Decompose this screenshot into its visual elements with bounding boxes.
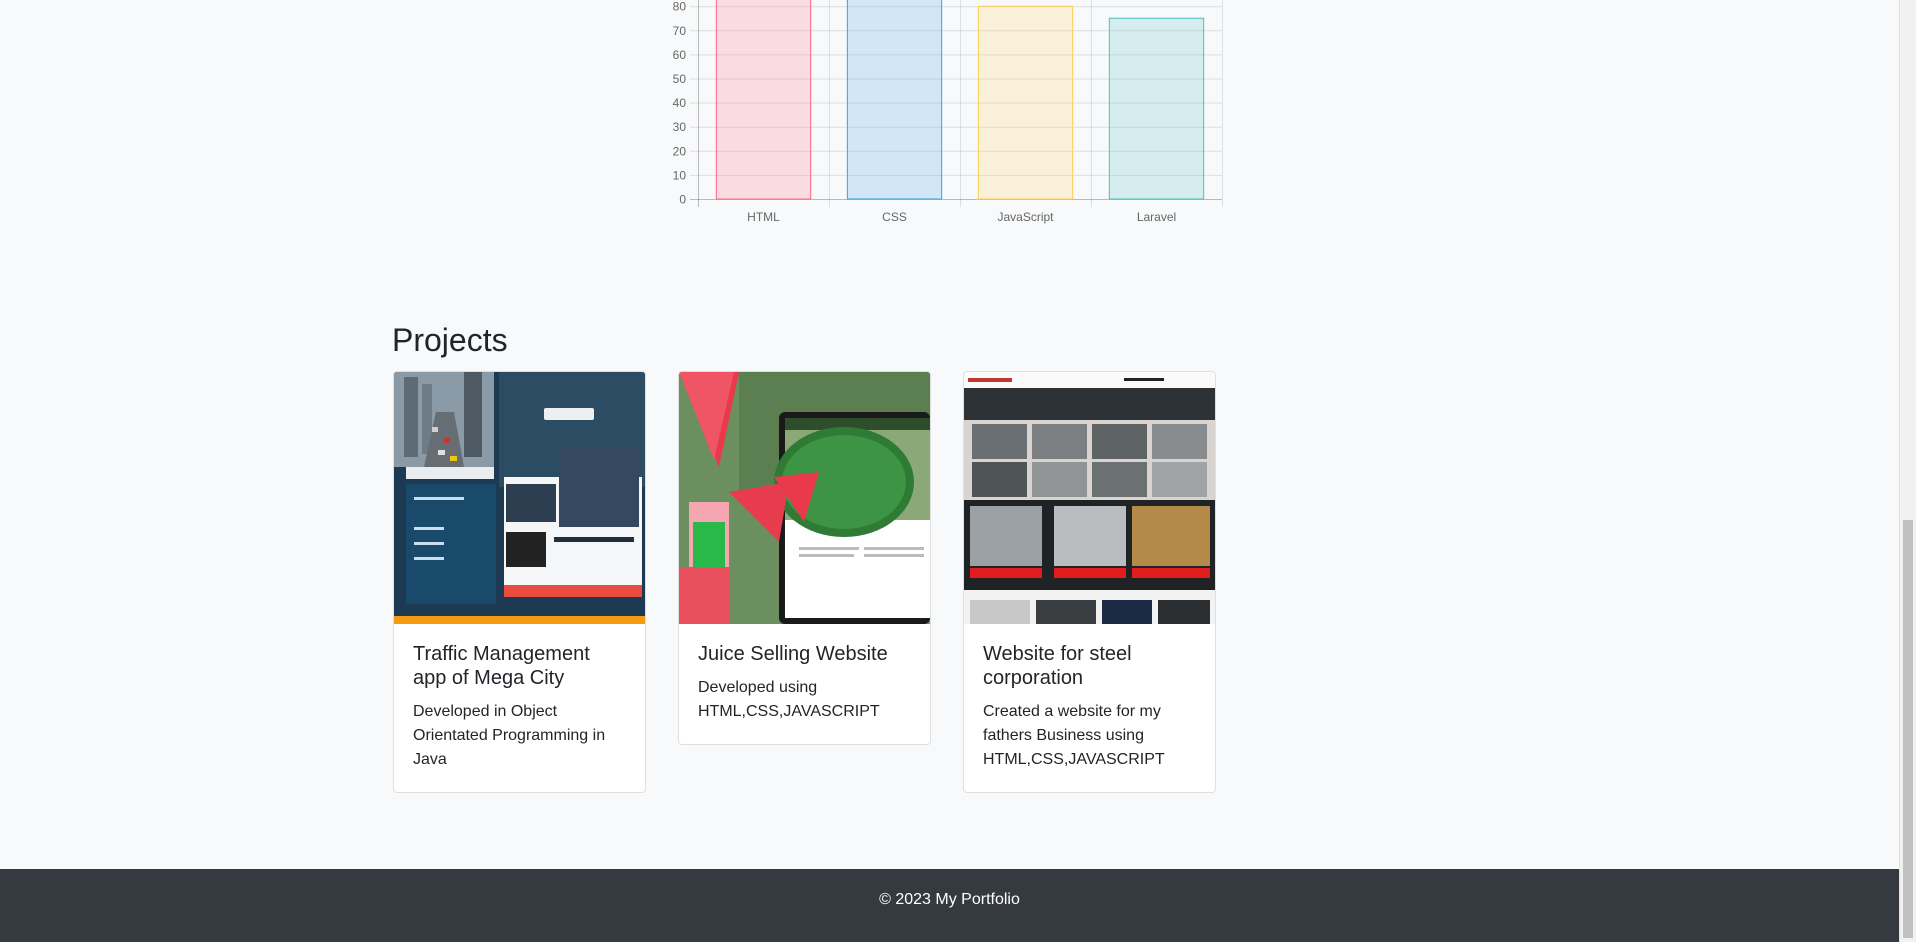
bar-laravel (1108, 17, 1205, 200)
bar-css (846, 0, 943, 200)
project-title: Juice Selling Website (698, 643, 888, 665)
footer-copyright: © 2023 My Portfolio (879, 891, 1020, 908)
y-tick-label: 0 (679, 193, 686, 207)
project-description: Created a website for my fathers Busines… (983, 703, 1165, 768)
project-description: Developed using HTML,CSS,JAVASCRIPT (698, 679, 880, 720)
y-tick-label: 20 (673, 144, 687, 158)
project-card-traffic: Traffic Management app of Mega City Deve… (393, 371, 646, 793)
x-tick-label: CSS (882, 210, 907, 224)
project-card-juice: Juice Selling Website Developed using HT… (678, 371, 931, 745)
x-tick-label: Laravel (1137, 210, 1176, 224)
site-footer: © 2023 My Portfolio (0, 869, 1899, 942)
project-description: Developed in Object Orientated Programmi… (413, 703, 606, 768)
bar-html (715, 0, 812, 200)
project-image-traffic-app (394, 372, 645, 624)
y-tick-label: 80 (673, 0, 687, 14)
bar-javascript (977, 5, 1074, 200)
y-axis: 0 10 20 30 40 50 60 70 80 (673, 0, 687, 207)
project-title: Traffic Management app of Mega City (413, 643, 590, 689)
page-scrollbar[interactable] (1899, 0, 1916, 942)
scrollbar-thumb[interactable] (1903, 520, 1913, 938)
projects-heading: Projects (392, 322, 508, 358)
x-tick-label: HTML (747, 210, 780, 224)
project-card-steel: Website for steel corporation Created a … (963, 371, 1216, 793)
y-tick-label: 60 (673, 48, 687, 62)
y-tick-label: 30 (673, 120, 687, 134)
y-tick-label: 50 (673, 72, 687, 86)
skills-bar-chart: 0 10 20 30 40 50 60 70 80 HTML CSS JavaScript Larav… (673, 0, 1223, 224)
project-image-juice-website (679, 372, 930, 624)
y-tick-label: 40 (673, 96, 687, 110)
y-tick-label: 10 (673, 168, 687, 182)
project-image-steel-website (964, 372, 1215, 624)
project-title: Website for steel corporation (983, 643, 1132, 689)
x-axis: HTML CSS JavaScript Laravel (747, 210, 1176, 224)
y-tick-label: 70 (673, 24, 687, 38)
x-tick-label: JavaScript (997, 210, 1054, 224)
